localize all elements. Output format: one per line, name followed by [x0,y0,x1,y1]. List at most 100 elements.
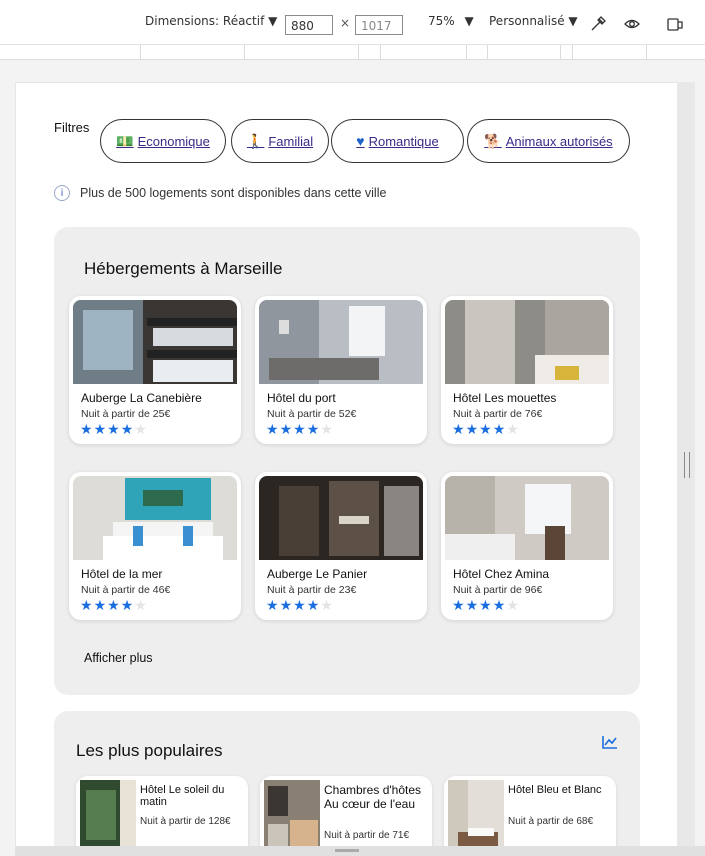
money-icon: 💵 [116,132,134,149]
star-icon: ★ [93,422,108,438]
dimensions-dropdown[interactable]: Dimensions: Réactif ▼ [145,14,277,28]
zoom-label: 75% [428,14,455,28]
popular-name: Hôtel Le soleil du matin [140,784,225,808]
chip-label: Familial [268,133,314,149]
lodging-name: Hôtel Chez Amina [453,567,550,581]
dimensions-label: Dimensions: Réactif [145,14,265,28]
show-more-link[interactable]: Afficher plus [84,651,153,665]
lodging-card[interactable]: Hôtel Chez Amina Nuit à partir de 96€ ★★… [441,472,613,620]
chip-label: Animaux autorisés [505,133,613,149]
lodging-title: Hébergements à Marseille [84,259,283,278]
scroll-thumb[interactable] [335,849,359,852]
star-icon: ★ [506,422,520,438]
popular-price: Nuit à partir de 128€ [140,816,231,827]
star-icon: ★ [306,422,321,438]
star-icon: ★ [120,598,135,614]
star-icon: ★ [320,422,334,438]
dropdown-arrow-icon: ▼ [268,14,278,28]
info-icon: i [54,185,70,201]
lodging-card[interactable]: Hôtel de la mer Nuit à partir de 46€ ★★★… [69,472,241,620]
lodging-name: Hôtel Les mouettes [453,391,557,405]
star-icon: ★ [120,422,135,438]
throttle-label: Personnalisé [489,14,565,28]
popular-card[interactable]: Chambres d'hôtes Au cœur de l'eau Nuit à… [260,776,432,853]
star-icon: ★ [479,598,493,614]
popular-price: Nuit à partir de 71€ [324,830,410,841]
rating-stars: ★★★★★ [80,598,148,614]
dog-icon: 🐕 [484,132,502,149]
star-icon: ★ [320,598,334,614]
star-icon: ★ [266,598,280,614]
star-icon: ★ [479,422,493,438]
lodging-name: Hôtel de la mer [81,567,163,581]
lodging-price: Nuit à partir de 52€ [267,408,357,420]
hotel-photo [445,300,609,384]
lodging-card[interactable]: Auberge Le Panier Nuit à partir de 23€ ★… [255,472,427,620]
star-icon: ★ [93,598,108,614]
lodging-name: Auberge La Canebière [81,391,202,405]
lodging-price: Nuit à partir de 23€ [267,584,357,596]
filter-economique-button[interactable]: 💵 Economique [100,119,226,163]
hotel-photo [73,300,237,384]
rating-stars: ★★★★★ [80,422,148,438]
star-icon: ★ [80,598,94,614]
rating-stars: ★★★★★ [452,422,520,438]
zoom-dropdown[interactable]: 75% ▼ [428,14,474,28]
lodging-price: Nuit à partir de 96€ [453,584,543,596]
chip-label: Romantique [368,133,439,149]
popular-card[interactable]: Hôtel Bleu et Blanc Nuit à partir de 68€ [444,776,616,853]
rating-stars: ★★★★★ [266,598,334,614]
dropdown-arrow-icon: ▼ [568,14,578,28]
lodging-price: Nuit à partir de 46€ [81,584,171,596]
star-icon: ★ [465,598,480,614]
star-icon: ★ [107,598,121,614]
popular-name: Chambres d'hôtes Au cœur de l'eau [324,783,422,811]
lodging-card[interactable]: Auberge La Canebière Nuit à partir de 25… [69,296,241,444]
filter-romantique-button[interactable]: ♥ Romantique [331,119,464,163]
popular-panel: Les plus populaires Hôtel Le soleil du m… [54,711,640,853]
width-input[interactable]: 880 [285,15,333,35]
star-icon: ★ [306,598,321,614]
filter-animaux-button[interactable]: 🐕 Animaux autorisés [467,119,630,163]
eyedropper-icon[interactable] [589,15,607,33]
lodging-card[interactable]: Hôtel Les mouettes Nuit à partir de 76€ … [441,296,613,444]
star-icon: ★ [492,422,507,438]
popular-title: Les plus populaires [76,741,223,760]
star-icon: ★ [266,422,280,438]
star-icon: ★ [293,598,307,614]
devtools-toolbar: Dimensions: Réactif ▼ 880 × 1017 75% ▼ P… [0,0,705,45]
star-icon: ★ [465,422,480,438]
lodging-price: Nuit à partir de 25€ [81,408,171,420]
dropdown-arrow-icon: ▼ [464,14,474,28]
filter-familial-button[interactable]: 🚶 Familial [231,119,329,163]
lodging-panel: Hébergements à Marseille Auberge La Cane… [54,227,640,695]
page-viewport: Filtres 💵 Economique 🚶 Familial ♥ Romant… [15,82,679,854]
star-icon: ★ [134,598,148,614]
hotel-photo [259,300,423,384]
device-rotate-icon[interactable] [666,15,684,33]
star-icon: ★ [452,422,466,438]
hotel-photo [259,476,423,560]
throttle-dropdown[interactable]: Personnalisé ▼ [489,14,578,28]
person-icon: 🚶 [246,132,265,149]
lodging-name: Hôtel du port [267,391,336,405]
info-text: Plus de 500 logements sont disponibles d… [80,186,387,200]
height-input[interactable]: 1017 [355,15,403,35]
popular-card[interactable]: Hôtel Le soleil du matin Nuit à partir d… [76,776,248,853]
hotel-photo [448,780,504,853]
heart-icon: ♥ [356,133,365,149]
lodging-name: Auberge Le Panier [267,567,368,581]
resize-handle[interactable] [684,452,690,478]
popular-name: Hôtel Bleu et Blanc [508,784,602,796]
media-query-ruler [0,45,705,60]
star-icon: ★ [107,422,121,438]
rating-stars: ★★★★★ [452,598,520,614]
lodging-price: Nuit à partir de 76€ [453,408,543,420]
trend-chart-icon[interactable] [602,735,618,749]
horizontal-scrollbar[interactable] [15,846,705,856]
lodging-card[interactable]: Hôtel du port Nuit à partir de 52€ ★★★★★ [255,296,427,444]
star-icon: ★ [279,598,294,614]
star-icon: ★ [80,422,94,438]
eye-icon[interactable] [623,15,641,33]
hotel-photo [73,476,237,560]
